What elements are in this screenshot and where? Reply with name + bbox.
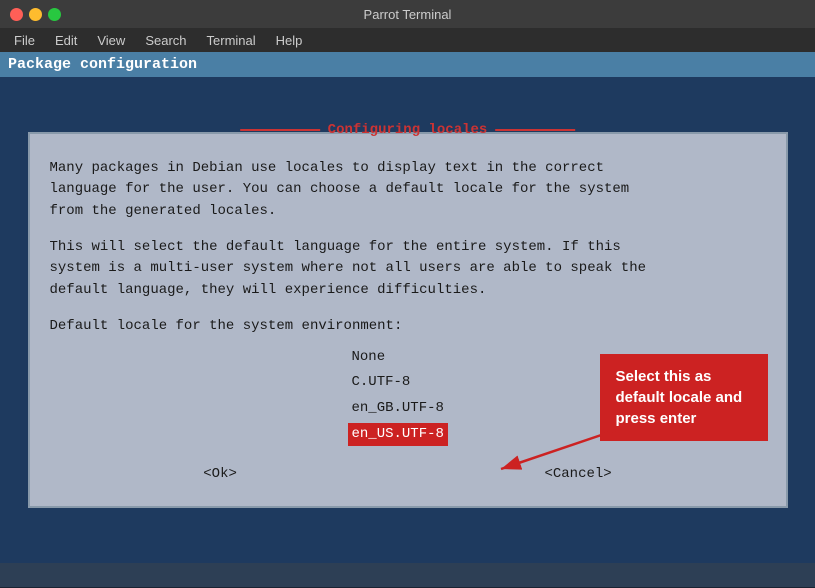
menu-help[interactable]: Help xyxy=(268,31,311,50)
cancel-button[interactable]: <Cancel> xyxy=(524,462,631,486)
maximize-button[interactable] xyxy=(48,8,61,21)
para-1: Many packages in Debian use locales to d… xyxy=(50,158,766,223)
menu-bar: File Edit View Search Terminal Help xyxy=(0,28,815,52)
title-line-right xyxy=(495,129,575,131)
menu-view[interactable]: View xyxy=(89,31,133,50)
ok-button[interactable]: <Ok> xyxy=(183,462,257,486)
locale-enus[interactable]: en_US.UTF-8 xyxy=(348,423,448,447)
dialog-title: Configuring locales xyxy=(328,122,488,138)
locale-list[interactable]: None C.UTF-8 en_GB.UTF-8 en_US.UTF-8 xyxy=(348,346,468,447)
dialog-buttons: <Ok> <Cancel> xyxy=(50,462,766,486)
title-bar: Parrot Terminal xyxy=(0,0,815,28)
locale-none[interactable]: None xyxy=(348,346,390,370)
bottom-bar xyxy=(0,563,815,587)
locale-label: Default locale for the system environmen… xyxy=(50,316,766,338)
window-title: Parrot Terminal xyxy=(364,7,452,22)
close-button[interactable] xyxy=(10,8,23,21)
minimize-button[interactable] xyxy=(29,8,42,21)
annotation-box: Select this as default locale and press … xyxy=(600,354,768,441)
package-config-label: Package configuration xyxy=(8,56,197,73)
terminal-body: Configuring locales Many packages in Deb… xyxy=(0,77,815,563)
dialog-box: Configuring locales Many packages in Deb… xyxy=(28,132,788,509)
menu-edit[interactable]: Edit xyxy=(47,31,85,50)
package-config-bar: Package configuration xyxy=(0,52,815,77)
title-line-left xyxy=(240,129,320,131)
dialog-title-bar: Configuring locales xyxy=(240,122,576,138)
locale-cutf8[interactable]: C.UTF-8 xyxy=(348,371,415,395)
window-controls xyxy=(10,8,61,21)
para-2: This will select the default language fo… xyxy=(50,237,766,302)
locale-engb[interactable]: en_GB.UTF-8 xyxy=(348,397,448,421)
menu-search[interactable]: Search xyxy=(137,31,194,50)
menu-terminal[interactable]: Terminal xyxy=(199,31,264,50)
menu-file[interactable]: File xyxy=(6,31,43,50)
